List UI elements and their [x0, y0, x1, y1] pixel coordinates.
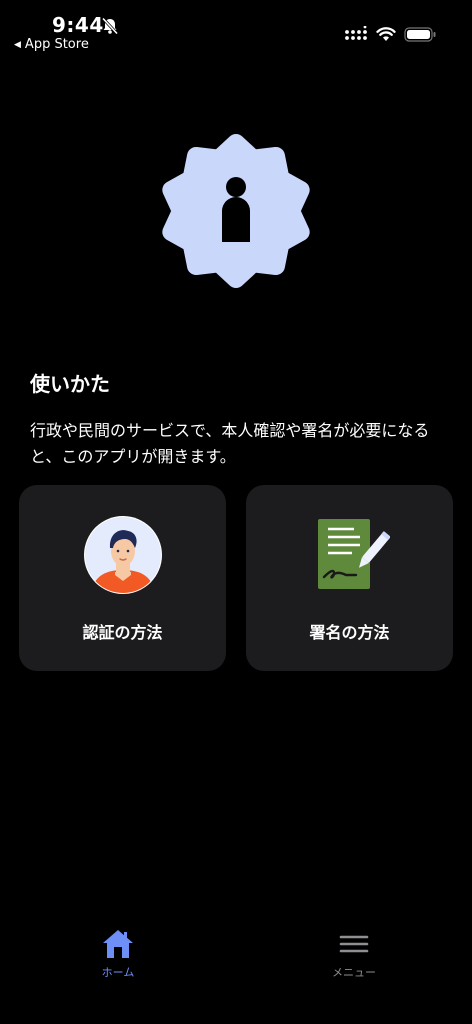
sign-method-label: 署名の方法	[309, 623, 390, 642]
person-avatar-icon	[83, 515, 163, 595]
sign-method-card[interactable]: 署名の方法	[246, 485, 453, 671]
back-to-app-store-link[interactable]: ◀ App Store	[14, 37, 89, 52]
back-arrow-icon: ◀	[14, 39, 21, 50]
signature-document-icon	[310, 515, 390, 595]
auth-method-card[interactable]: 認証の方法	[19, 485, 226, 671]
tab-home-label: ホーム	[101, 966, 135, 979]
tab-bar: ホーム メニュー	[0, 928, 472, 1024]
section-description: 行政や民間のサービスで、本人確認や署名が必要になると、このアプリが開きます。	[30, 421, 430, 466]
signal-icon	[345, 26, 367, 40]
status-bar: 9:44 ◀ App Store	[0, 0, 472, 60]
battery-icon	[404, 26, 436, 42]
wifi-icon	[376, 26, 396, 41]
home-icon	[103, 930, 133, 958]
status-time: 9:44	[52, 13, 104, 37]
bell-muted-icon	[101, 17, 119, 35]
back-link-label: App Store	[24, 37, 89, 52]
tab-menu-label: メニュー	[332, 966, 376, 979]
mynumber-badge-icon	[162, 134, 310, 288]
tab-home[interactable]: ホーム	[58, 928, 178, 980]
auth-method-label: 認証の方法	[82, 623, 163, 642]
menu-icon	[339, 935, 369, 953]
status-icons	[344, 26, 436, 42]
section-title: 使いかた	[30, 372, 110, 396]
tab-menu[interactable]: メニュー	[294, 928, 414, 980]
